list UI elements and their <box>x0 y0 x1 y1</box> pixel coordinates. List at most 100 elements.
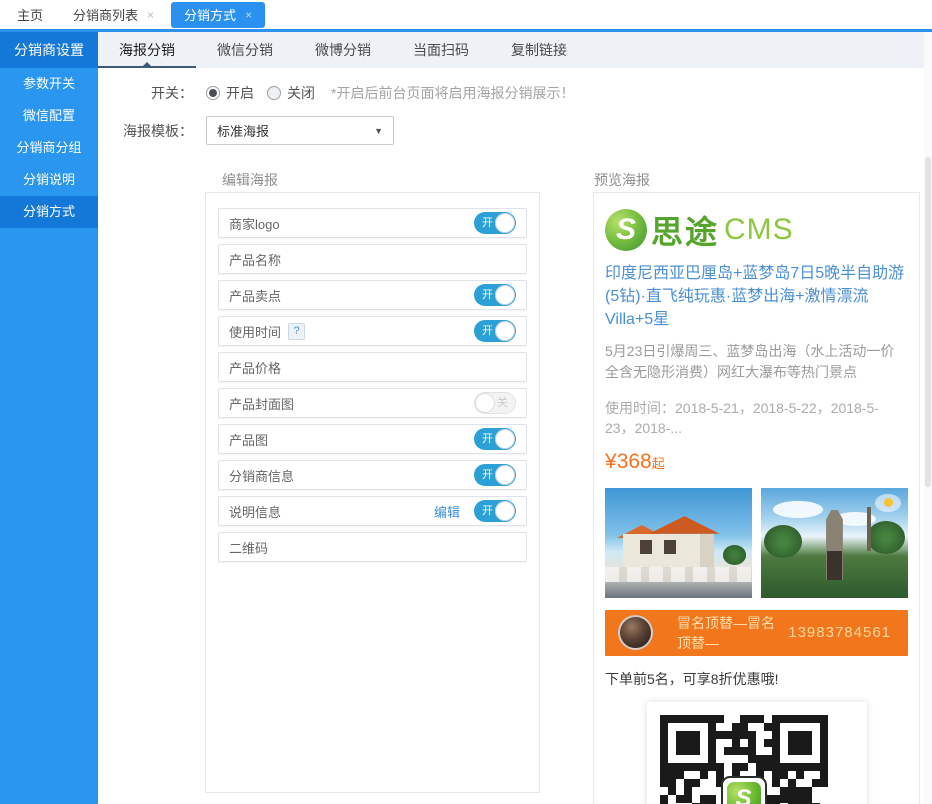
toggle-switch[interactable]: 开 <box>474 284 516 306</box>
toggle-switch[interactable]: 开 <box>474 320 516 342</box>
poster-field-label: 产品卖点 <box>229 286 281 305</box>
photo-trunk-shape <box>867 507 871 551</box>
toggle-knob <box>495 429 515 449</box>
toggle-switch[interactable]: 开 <box>474 464 516 486</box>
window-tab-bar: 主页 分销商列表 × 分销方式 × <box>0 0 932 29</box>
product-title: 印度尼西亚巴厘岛+蓝梦岛7日5晚半自助游(5钻)·直飞纯玩惠·蓝梦出海+激情漂流… <box>605 262 908 332</box>
toggle-knob <box>495 213 515 233</box>
switch-row: 开关： 开启 关闭 *开启后前台页面将启用海报分销展示！ <box>98 83 574 103</box>
photo-palm-shape <box>764 525 802 558</box>
window-tab[interactable]: 分销方式 × <box>171 2 265 28</box>
poster-field-row: 分销商信息 开 <box>218 460 527 490</box>
photo-roof-shape <box>649 516 720 534</box>
distributor-avatar <box>618 615 653 650</box>
distributor-name: 冒名顶替—冒名顶替— <box>677 613 788 653</box>
poster-field-label: 产品图 <box>229 430 268 449</box>
photo-palm-shape <box>867 521 905 554</box>
content-tab[interactable]: 当面扫码 <box>392 32 490 68</box>
poster-field-row: 产品卖点 开 <box>218 280 527 310</box>
toggle-switch[interactable]: 开 <box>474 212 516 234</box>
close-icon[interactable]: × <box>147 9 154 21</box>
toggle-state-label: 开 <box>482 212 493 234</box>
toggle-switch[interactable]: 开 <box>474 428 516 450</box>
brand-swirl-icon: S <box>605 209 647 251</box>
poster-field-label: 商家logo <box>229 214 280 233</box>
poster-field-row: 使用时间 ? 开 <box>218 316 527 346</box>
switch-note: *开启后前台页面将启用海报分销展示！ <box>331 83 574 103</box>
poster-photos <box>605 488 908 598</box>
window-tab-label: 分销商列表 <box>73 5 138 24</box>
content-tab-bar: 海报分销微信分销微博分销当面扫码复制链接 <box>98 32 932 68</box>
window-tab-label: 分销方式 <box>184 5 236 24</box>
poster-field-row: 二维码 <box>218 532 527 562</box>
distributor-bar: 冒名顶替—冒名顶替— 13983784561 <box>605 610 908 656</box>
poster-photo-right <box>761 488 908 598</box>
radio-on-circle-icon <box>206 86 220 100</box>
content-tab[interactable]: 微博分销 <box>294 32 392 68</box>
poster-field-label: 使用时间 <box>229 322 281 341</box>
help-icon[interactable]: ? <box>288 323 305 340</box>
radio-on-label: 开启 <box>226 83 254 103</box>
poster-photo-left <box>605 488 752 598</box>
content-tab[interactable]: 复制链接 <box>490 32 588 68</box>
toggle-knob <box>495 465 515 485</box>
sidebar-header: 分销商设置 <box>0 32 98 68</box>
poster-field-row: 产品封面图 关 <box>218 388 527 418</box>
poster-template-select[interactable]: 标准海报 ▼ <box>206 116 394 145</box>
photo-umbrellas-shape <box>605 567 752 582</box>
poster-field-label: 产品价格 <box>229 358 281 377</box>
poster-field-label: 说明信息 <box>229 502 281 521</box>
price-value: 368 <box>617 450 652 473</box>
poster-field-row: 说明信息 编辑 开 <box>218 496 527 526</box>
poster-field-label: 产品封面图 <box>229 394 294 413</box>
scrollbar-thumb[interactable] <box>925 157 931 487</box>
poster-field-row: 商家logo 开 <box>218 208 527 238</box>
poster-template-value: 标准海报 <box>217 121 269 140</box>
window-tab[interactable]: 分销商列表 × <box>60 2 167 28</box>
content-tab[interactable]: 微信分销 <box>196 32 294 68</box>
photo-window-shape <box>640 540 652 553</box>
price-currency: ¥ <box>605 450 617 473</box>
switch-label: 开关： <box>98 83 193 103</box>
sidebar: 分销商设置 参数开关微信配置分销商分组分销说明分销方式 <box>0 32 98 804</box>
editor-section-title: 编辑海报 <box>222 170 278 190</box>
price-suffix: 起 <box>652 456 665 471</box>
sidebar-item[interactable]: 参数开关 <box>0 68 98 100</box>
radio-off-label: 关闭 <box>287 83 315 103</box>
sidebar-item[interactable]: 分销商分组 <box>0 132 98 164</box>
edit-link[interactable]: 编辑 <box>434 502 460 521</box>
poster-field-row: 产品价格 <box>218 352 527 382</box>
distributor-phone: 13983784561 <box>788 624 891 641</box>
sidebar-item[interactable]: 微信配置 <box>0 100 98 132</box>
vertical-scrollbar[interactable] <box>924 32 932 804</box>
toggle-knob <box>495 285 515 305</box>
price: ¥368起 <box>605 450 908 474</box>
radio-on[interactable]: 开启 <box>206 83 254 103</box>
toggle-knob <box>495 321 515 341</box>
window-tab-label: 主页 <box>17 5 43 24</box>
brand-suffix: CMS <box>724 213 794 247</box>
toggle-switch[interactable]: 开 <box>474 500 516 522</box>
poster-field-label: 分销商信息 <box>229 466 294 485</box>
photo-window-shape <box>664 540 676 553</box>
brand-logo: S 思途 CMS <box>605 207 908 253</box>
toggle-state-label: 开 <box>482 428 493 450</box>
sidebar-item[interactable]: 分销说明 <box>0 164 98 196</box>
window-tab[interactable]: 主页 <box>4 2 56 28</box>
preview-section-title: 预览海报 <box>594 170 650 190</box>
sidebar-item[interactable]: 分销方式 <box>0 196 98 228</box>
photo-palm-shape <box>723 545 747 565</box>
photo-watermark-icon <box>875 494 901 512</box>
poster-field-label: 产品名称 <box>229 250 281 269</box>
radio-off-circle-icon <box>267 86 281 100</box>
chevron-down-icon: ▼ <box>374 126 383 136</box>
poster-field-row: 产品名称 <box>218 244 527 274</box>
toggle-switch[interactable]: 关 <box>474 392 516 414</box>
product-description: 5月23日引爆周三、蓝梦岛出海（水上活动一价全含无隐形消费）网红大瀑布等热门景点 <box>605 341 908 383</box>
qr-card: S <box>647 702 867 804</box>
content-tab[interactable]: 海报分销 <box>98 32 196 68</box>
toggle-knob <box>495 501 515 521</box>
template-row: 海报模板： 标准海报 ▼ <box>98 116 394 145</box>
radio-off[interactable]: 关闭 <box>267 83 315 103</box>
close-icon[interactable]: × <box>245 9 252 21</box>
